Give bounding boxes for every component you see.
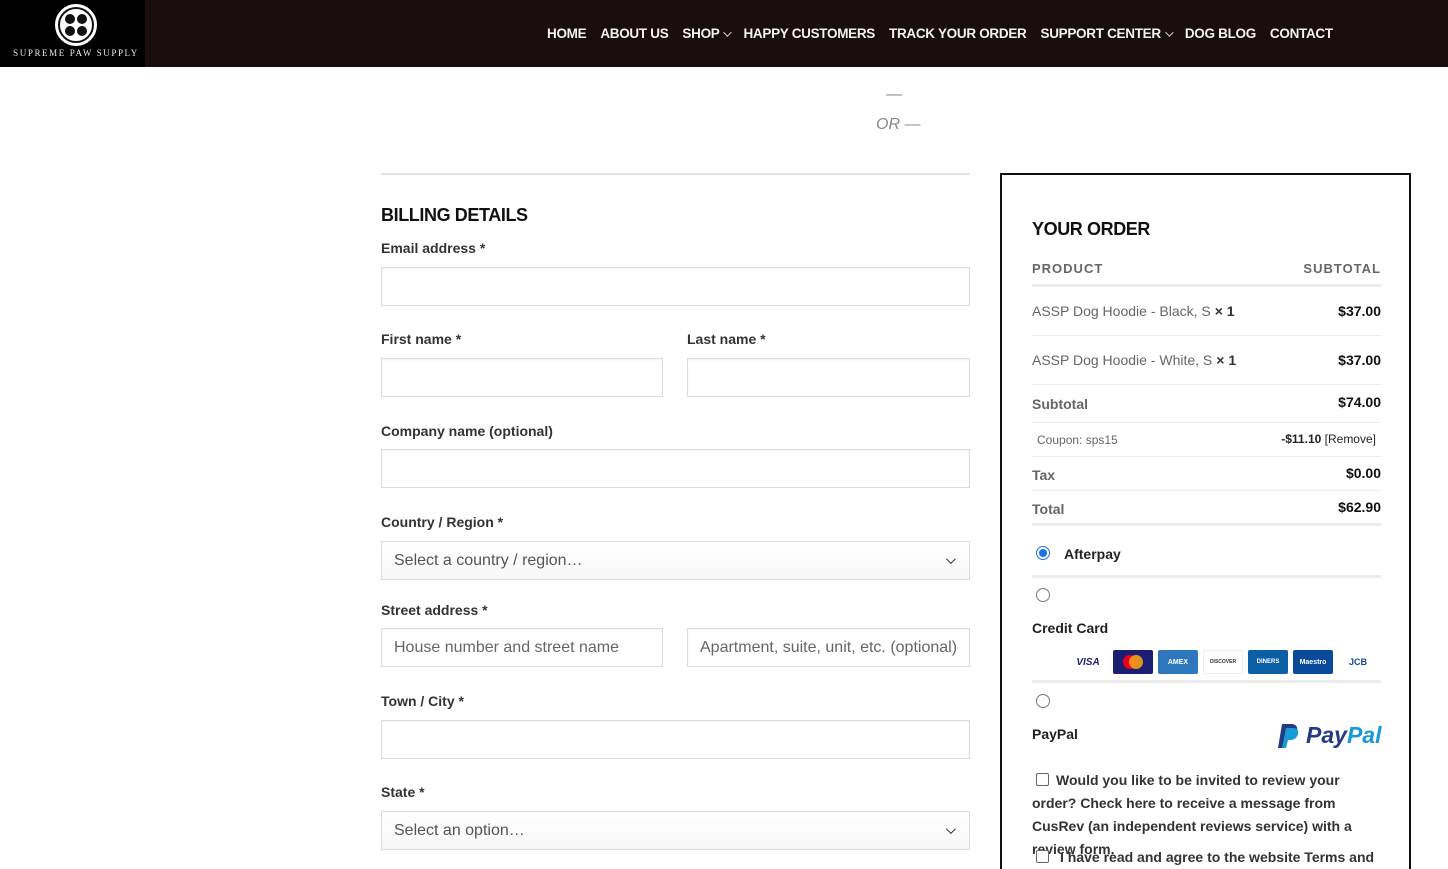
city-field[interactable] bbox=[381, 720, 970, 759]
first-name-field[interactable] bbox=[381, 358, 663, 397]
chevron-down-icon bbox=[945, 824, 956, 835]
nav-shop[interactable]: SHOP bbox=[682, 26, 733, 41]
total-label: Total bbox=[1032, 501, 1065, 517]
nav-dog-blog[interactable]: DOG BLOG bbox=[1185, 26, 1256, 41]
item-qty: × 1 bbox=[1216, 352, 1237, 368]
maestro-icon: Maestro bbox=[1293, 650, 1333, 674]
amex-icon: AMEX bbox=[1158, 650, 1198, 674]
order-item-row: ASSP Dog Hoodie - Black, S × 1 $37.00 bbox=[1032, 287, 1381, 336]
last-name-label: Last name * bbox=[687, 331, 766, 347]
first-name-label: First name * bbox=[381, 331, 462, 347]
last-name-field[interactable] bbox=[687, 358, 970, 397]
discover-icon: DISCOVER bbox=[1203, 650, 1243, 674]
divider bbox=[1032, 575, 1381, 578]
subtotal-label: Subtotal bbox=[1032, 396, 1088, 412]
company-label: Company name (optional) bbox=[381, 423, 553, 439]
state-select-value: Select an option… bbox=[394, 821, 525, 839]
nav-label: TRACK YOUR ORDER bbox=[889, 26, 1027, 41]
logo-text: SUPREME PAW SUPPLY bbox=[13, 48, 139, 58]
total-row: Total $62.90 bbox=[1032, 491, 1381, 526]
street-address-field[interactable] bbox=[381, 628, 663, 667]
country-select[interactable]: Select a country / region… bbox=[381, 541, 970, 580]
nav-about-us[interactable]: ABOUT US bbox=[600, 26, 668, 41]
state-label: State * bbox=[381, 784, 425, 800]
email-label: Email address * bbox=[381, 240, 486, 256]
billing-title: BILLING DETAILS bbox=[381, 205, 528, 225]
nav-contact[interactable]: CONTACT bbox=[1270, 26, 1333, 41]
terms-checkbox[interactable] bbox=[1036, 850, 1049, 863]
state-select[interactable]: Select an option… bbox=[381, 811, 970, 850]
chevron-down-icon bbox=[723, 27, 733, 37]
billing-details-form: BILLING DETAILS Email address * First na… bbox=[381, 173, 970, 850]
email-field[interactable] bbox=[381, 267, 970, 306]
tax-value: $0.00 bbox=[1345, 465, 1381, 481]
item-name: ASSP Dog Hoodie - White, S bbox=[1032, 352, 1213, 368]
site-logo[interactable]: SUPREME PAW SUPPLY bbox=[0, 0, 145, 67]
nav-label: CONTACT bbox=[1269, 26, 1333, 41]
col-subtotal: SUBTOTAL bbox=[1303, 261, 1381, 276]
nav-label: DOG BLOG bbox=[1184, 26, 1256, 41]
company-field[interactable] bbox=[381, 449, 970, 488]
coupon-label: Coupon: sps15 bbox=[1037, 433, 1118, 447]
coupon-value: -$11.10 bbox=[1281, 432, 1322, 446]
nav-happy-customers[interactable]: HAPPY CUSTOMERS bbox=[743, 26, 875, 41]
country-label: Country / Region * bbox=[381, 514, 504, 530]
visa-icon: VISA bbox=[1068, 650, 1108, 674]
mastercard-icon bbox=[1113, 650, 1153, 674]
order-title: YOUR ORDER bbox=[1032, 219, 1151, 239]
item-price: $37.00 bbox=[1338, 352, 1381, 368]
nav-label: HAPPY CUSTOMERS bbox=[743, 26, 876, 41]
nav-label: HOME bbox=[547, 26, 587, 41]
subtotal-value: $74.00 bbox=[1338, 394, 1381, 410]
chevron-down-icon bbox=[1164, 27, 1174, 37]
order-summary: YOUR ORDER PRODUCT SUBTOTAL ASSP Dog Hoo… bbox=[1000, 173, 1411, 869]
diners-club-icon: DINERS bbox=[1248, 650, 1288, 674]
paypal-logo-pay: Pay bbox=[1306, 722, 1347, 748]
or-separator: OR — bbox=[876, 116, 921, 133]
nav-label: SHOP bbox=[682, 26, 720, 41]
city-label: Town / City * bbox=[381, 693, 464, 709]
separator-dash: — bbox=[886, 86, 902, 103]
country-select-value: Select a country / region… bbox=[394, 551, 583, 569]
paypal-logo-icon: Pay Pal bbox=[1278, 722, 1381, 749]
coupon-remove-link[interactable]: [Remove] bbox=[1325, 432, 1376, 446]
jcb-icon: JCB bbox=[1338, 650, 1378, 674]
coupon-row: Coupon: sps15 -$11.10 [Remove] bbox=[1032, 423, 1381, 457]
credit-card-label: Credit Card bbox=[1032, 620, 1109, 636]
subtotal-row: Subtotal $74.00 bbox=[1032, 385, 1381, 423]
item-qty: × 1 bbox=[1214, 303, 1235, 319]
paw-logo-icon bbox=[55, 4, 97, 46]
order-item-row: ASSP Dog Hoodie - White, S × 1 $37.00 bbox=[1032, 336, 1381, 385]
tax-label: Tax bbox=[1032, 467, 1056, 483]
main-nav: HOME ABOUT US SHOP HAPPY CUSTOMERS TRACK… bbox=[547, 0, 1347, 67]
terms-text: I have read and agree to the website Ter… bbox=[1060, 849, 1375, 865]
afterpay-label: Afterpay bbox=[1064, 546, 1121, 562]
card-logos: VISA AMEX DISCOVER DINERS Maestro JCB bbox=[1068, 650, 1383, 674]
paypal-radio[interactable] bbox=[1036, 694, 1050, 708]
nav-track-order[interactable]: TRACK YOUR ORDER bbox=[889, 26, 1027, 41]
divider bbox=[1032, 680, 1381, 683]
nav-label: ABOUT US bbox=[600, 26, 669, 41]
paypal-logo-pal: Pal bbox=[1346, 722, 1382, 748]
order-table-header: PRODUCT SUBTOTAL bbox=[1032, 259, 1381, 287]
nav-label: SUPPORT CENTER bbox=[1040, 26, 1161, 41]
item-name: ASSP Dog Hoodie - Black, S bbox=[1032, 303, 1211, 319]
street-label: Street address * bbox=[381, 602, 488, 618]
afterpay-radio[interactable] bbox=[1036, 546, 1050, 560]
credit-card-radio[interactable] bbox=[1036, 588, 1050, 602]
item-price: $37.00 bbox=[1338, 303, 1381, 319]
site-header: SUPREME PAW SUPPLY HOME ABOUT US SHOP HA… bbox=[0, 0, 1448, 67]
street-address-2-field[interactable] bbox=[687, 628, 970, 667]
total-value: $62.90 bbox=[1338, 499, 1381, 515]
nav-support-center[interactable]: SUPPORT CENTER bbox=[1040, 26, 1174, 41]
chevron-down-icon bbox=[945, 554, 956, 565]
paypal-label: PayPal bbox=[1032, 726, 1078, 742]
nav-home[interactable]: HOME bbox=[547, 26, 587, 41]
tax-row: Tax $0.00 bbox=[1032, 457, 1381, 491]
col-product: PRODUCT bbox=[1032, 261, 1104, 276]
